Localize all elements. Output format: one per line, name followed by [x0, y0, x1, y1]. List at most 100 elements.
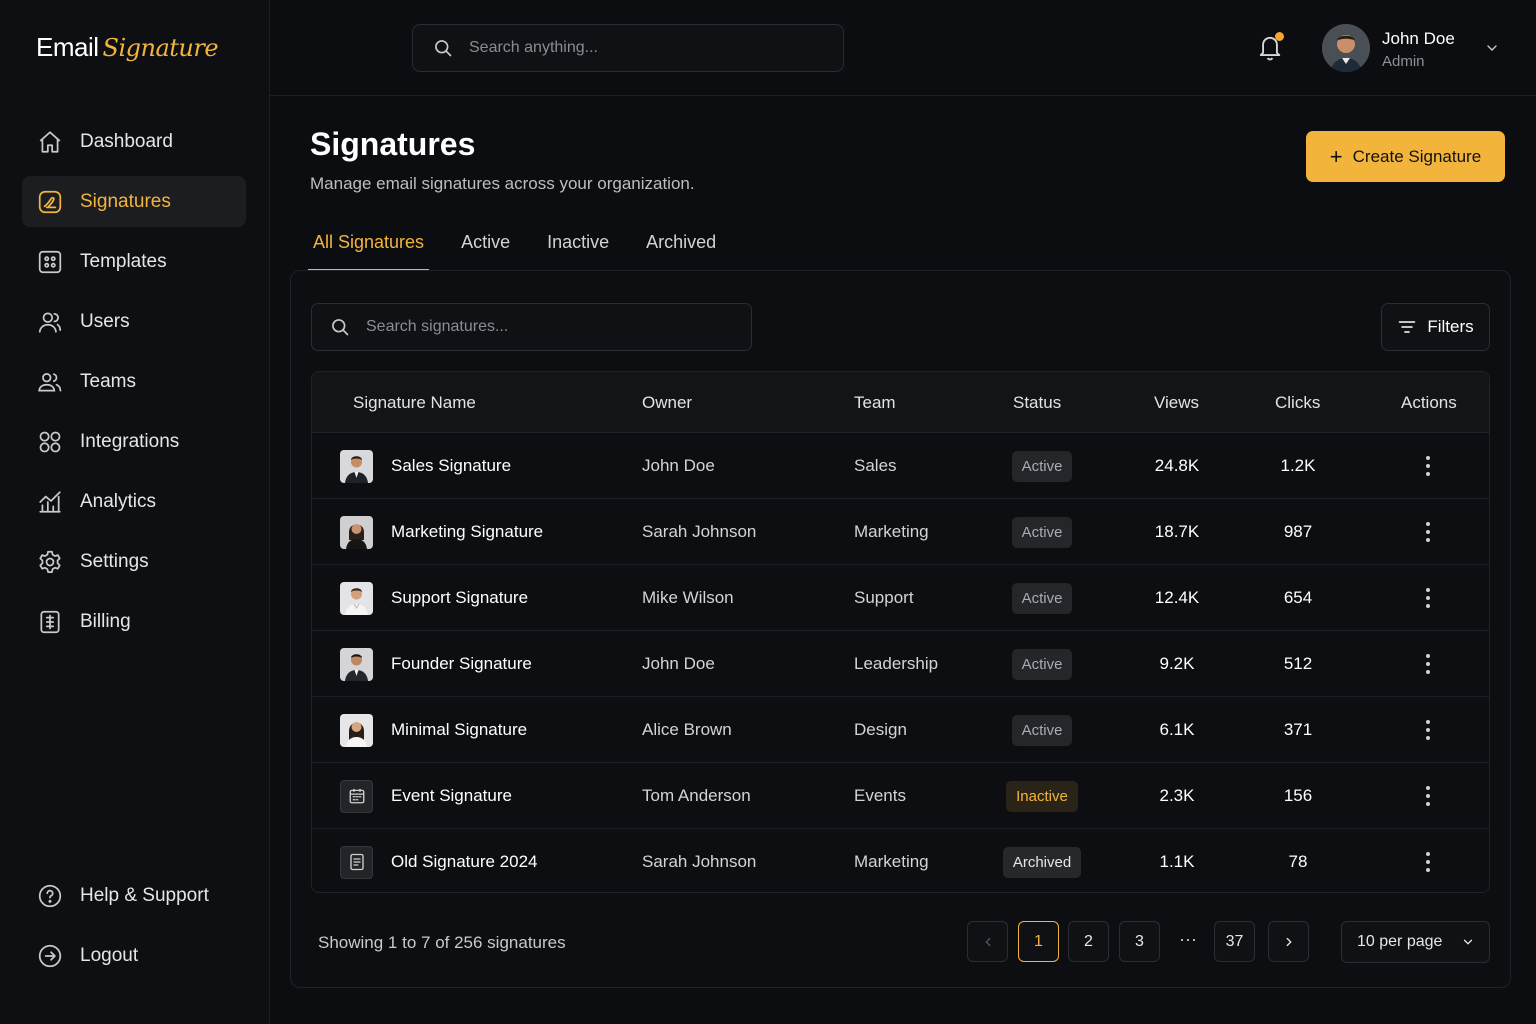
table-row[interactable]: Marketing Signature Sarah Johnson Market… [312, 499, 1489, 565]
status-tabs: All Signatures Active Inactive Archived [308, 226, 748, 271]
clicks-cell: 512 [1283, 654, 1313, 673]
signature-name: Founder Signature [391, 654, 532, 673]
sidebar-item-integrations[interactable]: Integrations [22, 416, 246, 467]
showing-summary: Showing 1 to 7 of 256 signatures [318, 933, 566, 952]
chevron-down-icon[interactable] [1484, 40, 1500, 56]
table-row[interactable]: Founder Signature John Doe Leadership Ac… [312, 631, 1489, 697]
tab-archived[interactable]: Archived [641, 226, 721, 271]
more-actions-button[interactable] [1410, 631, 1446, 697]
page-3-button[interactable]: 3 [1119, 921, 1160, 962]
user-icon [36, 308, 64, 336]
search-icon [433, 38, 453, 58]
col-owner[interactable]: Owner [642, 393, 692, 413]
views-cell: 9.2K [1159, 654, 1195, 673]
sidebar-nav: Dashboard Signatures Templates Users Tea… [22, 116, 246, 656]
sidebar-item-label: Settings [80, 550, 149, 572]
signature-thumbnail [340, 449, 373, 483]
sidebar-item-teams[interactable]: Teams [22, 356, 246, 407]
col-team[interactable]: Team [854, 393, 896, 413]
teams-icon [36, 368, 64, 396]
more-actions-button[interactable] [1410, 697, 1446, 763]
clicks-cell: 371 [1283, 720, 1313, 739]
sidebar-item-signatures[interactable]: Signatures [22, 176, 246, 227]
team-cell: Design [854, 720, 907, 739]
more-vertical-icon [1425, 719, 1431, 741]
sidebar-item-label: Users [80, 310, 130, 332]
signature-search[interactable] [311, 303, 752, 351]
signature-name-cell[interactable]: Sales Signature [340, 433, 511, 499]
col-signature-name[interactable]: Signature Name [353, 393, 476, 413]
views-cell: 12.4K [1154, 588, 1200, 607]
table-row[interactable]: Event Signature Tom Anderson Events Inac… [312, 763, 1489, 829]
sidebar-item-settings[interactable]: Settings [22, 536, 246, 587]
plus-icon: + [1329, 143, 1343, 169]
per-page-value: 10 per page [1357, 933, 1443, 950]
help-icon [36, 882, 64, 910]
sidebar-item-analytics[interactable]: Analytics [22, 476, 246, 527]
prev-page-button[interactable] [967, 921, 1008, 962]
team-cell: Support [854, 588, 914, 607]
signature-name-cell[interactable]: Support Signature [340, 565, 528, 631]
sidebar-item-dashboard[interactable]: Dashboard [22, 116, 246, 167]
sidebar-item-label: Dashboard [80, 130, 173, 152]
sidebar-item-label: Analytics [80, 490, 157, 512]
table-row[interactable]: Minimal Signature Alice Brown Design Act… [312, 697, 1489, 763]
sidebar-item-help[interactable]: Help & Support [22, 870, 246, 921]
col-status[interactable]: Status [1013, 393, 1061, 413]
page-1-button[interactable]: 1 [1018, 921, 1059, 962]
signature-name: Minimal Signature [391, 720, 528, 739]
page-37-button[interactable]: 37 [1214, 921, 1255, 962]
team-cell: Marketing [854, 522, 929, 541]
more-actions-button[interactable] [1410, 565, 1446, 631]
global-search[interactable] [412, 24, 844, 72]
signature-name-cell[interactable]: Marketing Signature [340, 499, 543, 565]
tab-active[interactable]: Active [456, 226, 515, 271]
views-cell: 18.7K [1154, 522, 1200, 541]
signature-name: Old Signature 2024 [391, 852, 538, 871]
signature-name-cell[interactable]: Minimal Signature [340, 697, 527, 763]
analytics-icon [36, 488, 64, 516]
owner-cell: Sarah Johnson [642, 522, 757, 541]
table-row[interactable]: Old Signature 2024 Sarah Johnson Marketi… [312, 829, 1489, 892]
filters-button[interactable]: Filters [1381, 303, 1490, 351]
table-row[interactable]: Sales Signature John Doe Sales Active 24… [312, 433, 1489, 499]
logout-icon [36, 942, 64, 970]
sidebar-item-templates[interactable]: Templates [22, 236, 246, 287]
brand-logo[interactable]: Email Signature [36, 32, 219, 63]
home-icon [36, 128, 64, 156]
signature-name-cell[interactable]: Event Signature [340, 763, 512, 829]
signature-name-cell[interactable]: Founder Signature [340, 631, 532, 697]
signature-icon [36, 188, 64, 216]
brand-word-email: Email [36, 32, 99, 62]
sidebar-item-label: Billing [80, 610, 131, 632]
page-2-button[interactable]: 2 [1068, 921, 1109, 962]
templates-icon [36, 248, 64, 276]
per-page-select[interactable]: 10 per page [1341, 921, 1490, 963]
col-views[interactable]: Views [1154, 393, 1199, 413]
create-signature-label: Create Signature [1352, 146, 1482, 166]
sidebar-item-billing[interactable]: Billing [22, 596, 246, 647]
global-search-input[interactable] [469, 39, 809, 57]
col-clicks[interactable]: Clicks [1275, 393, 1320, 413]
team-cell: Marketing [854, 852, 929, 871]
signature-name-cell[interactable]: Old Signature 2024 [340, 829, 538, 892]
create-signature-button[interactable]: + Create Signature [1306, 131, 1505, 182]
sidebar-item-users[interactable]: Users [22, 296, 246, 347]
notifications-bell[interactable] [1256, 32, 1286, 64]
table-row[interactable]: Support Signature Mike Wilson Support Ac… [312, 565, 1489, 631]
tab-all-signatures[interactable]: All Signatures [308, 226, 430, 271]
views-cell: 24.8K [1154, 456, 1200, 475]
more-actions-button[interactable] [1410, 829, 1446, 892]
owner-cell: John Doe [642, 456, 715, 475]
next-page-button[interactable] [1268, 921, 1309, 962]
more-vertical-icon [1425, 521, 1431, 543]
user-avatar[interactable] [1322, 24, 1370, 72]
more-actions-button[interactable] [1410, 763, 1446, 829]
clicks-cell: 78 [1288, 852, 1308, 871]
more-actions-button[interactable] [1410, 499, 1446, 565]
signature-search-input[interactable] [366, 318, 706, 336]
sidebar-item-logout[interactable]: Logout [22, 930, 246, 981]
more-vertical-icon [1425, 455, 1431, 477]
tab-inactive[interactable]: Inactive [542, 226, 614, 271]
more-actions-button[interactable] [1410, 433, 1446, 499]
